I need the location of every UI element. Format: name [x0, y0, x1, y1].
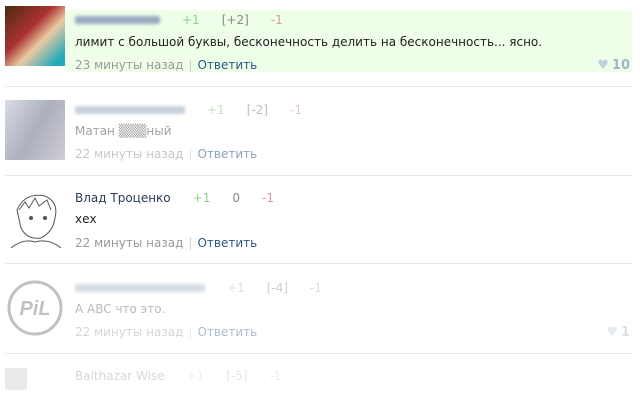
downvote-button[interactable]: -1: [271, 13, 283, 27]
reply-link[interactable]: Ответить: [197, 58, 257, 72]
comment-text: хех: [75, 212, 97, 226]
comment-text: А ABC что это.: [75, 302, 166, 316]
timestamp: 22 минуты назад: [75, 236, 184, 250]
avatar[interactable]: [5, 368, 27, 390]
timestamp: 22 минуты назад: [75, 147, 184, 161]
heart-icon: ♥: [606, 325, 618, 340]
vote-score: [-5]: [226, 369, 248, 383]
author-name-blurred[interactable]: [75, 106, 185, 114]
vote-score: [+2]: [221, 13, 249, 27]
upvote-button[interactable]: +1: [193, 191, 211, 205]
comment-text: лимит с большой буквы, бесконечность дел…: [75, 35, 543, 49]
separator: |: [188, 325, 193, 339]
author-name[interactable]: Balthazar Wise: [75, 369, 165, 383]
downvote-button[interactable]: -1: [310, 281, 322, 295]
divider: [5, 175, 632, 176]
reply-link[interactable]: Ответить: [197, 236, 257, 250]
downvote-button[interactable]: -1: [290, 103, 302, 117]
separator: |: [188, 147, 193, 161]
divider: [5, 86, 632, 87]
separator: |: [188, 58, 193, 72]
upvote-button[interactable]: +1: [182, 13, 200, 27]
reply-link[interactable]: Ответить: [197, 325, 257, 339]
author-name-blurred[interactable]: [75, 16, 160, 24]
timestamp: 22 минуты назад: [75, 325, 184, 339]
vote-score: 0: [232, 191, 240, 205]
heart-icon: ♥: [597, 58, 609, 73]
like-count: 10: [611, 58, 630, 73]
downvote-button[interactable]: -1: [262, 191, 274, 205]
separator: |: [188, 236, 193, 250]
upvote-button[interactable]: +1: [187, 369, 205, 383]
timestamp: 23 минуты назад: [75, 58, 184, 72]
avatar[interactable]: [5, 6, 65, 66]
comment-meta: +1 [+2] -1: [75, 12, 283, 28]
comment-text: Матан ▒▒▒ный: [75, 124, 172, 138]
downvote-button[interactable]: -1: [270, 369, 282, 383]
author-name-blurred[interactable]: [75, 284, 205, 292]
comment-footer: 23 минуты назад | Ответить: [75, 58, 257, 72]
sketch-avatar-icon: [10, 194, 62, 248]
upvote-button[interactable]: +1: [227, 281, 245, 295]
avatar[interactable]: PiL: [5, 278, 65, 338]
vote-score: [-4]: [266, 281, 289, 295]
like-button[interactable]: ♥ 10: [597, 58, 630, 73]
author-name[interactable]: Влад Троценко: [75, 191, 171, 205]
reply-link[interactable]: Ответить: [197, 147, 257, 161]
like-button[interactable]: ♥ 1: [606, 325, 630, 340]
upvote-button[interactable]: +1: [207, 103, 225, 117]
divider: [5, 263, 632, 264]
pil-logo-icon: PiL: [7, 280, 63, 336]
avatar[interactable]: [5, 100, 65, 160]
logo-text: PiL: [19, 298, 50, 320]
avatar[interactable]: [5, 188, 65, 248]
divider: [5, 353, 632, 354]
vote-score: [-2]: [246, 103, 269, 117]
like-count: 1: [620, 325, 630, 340]
